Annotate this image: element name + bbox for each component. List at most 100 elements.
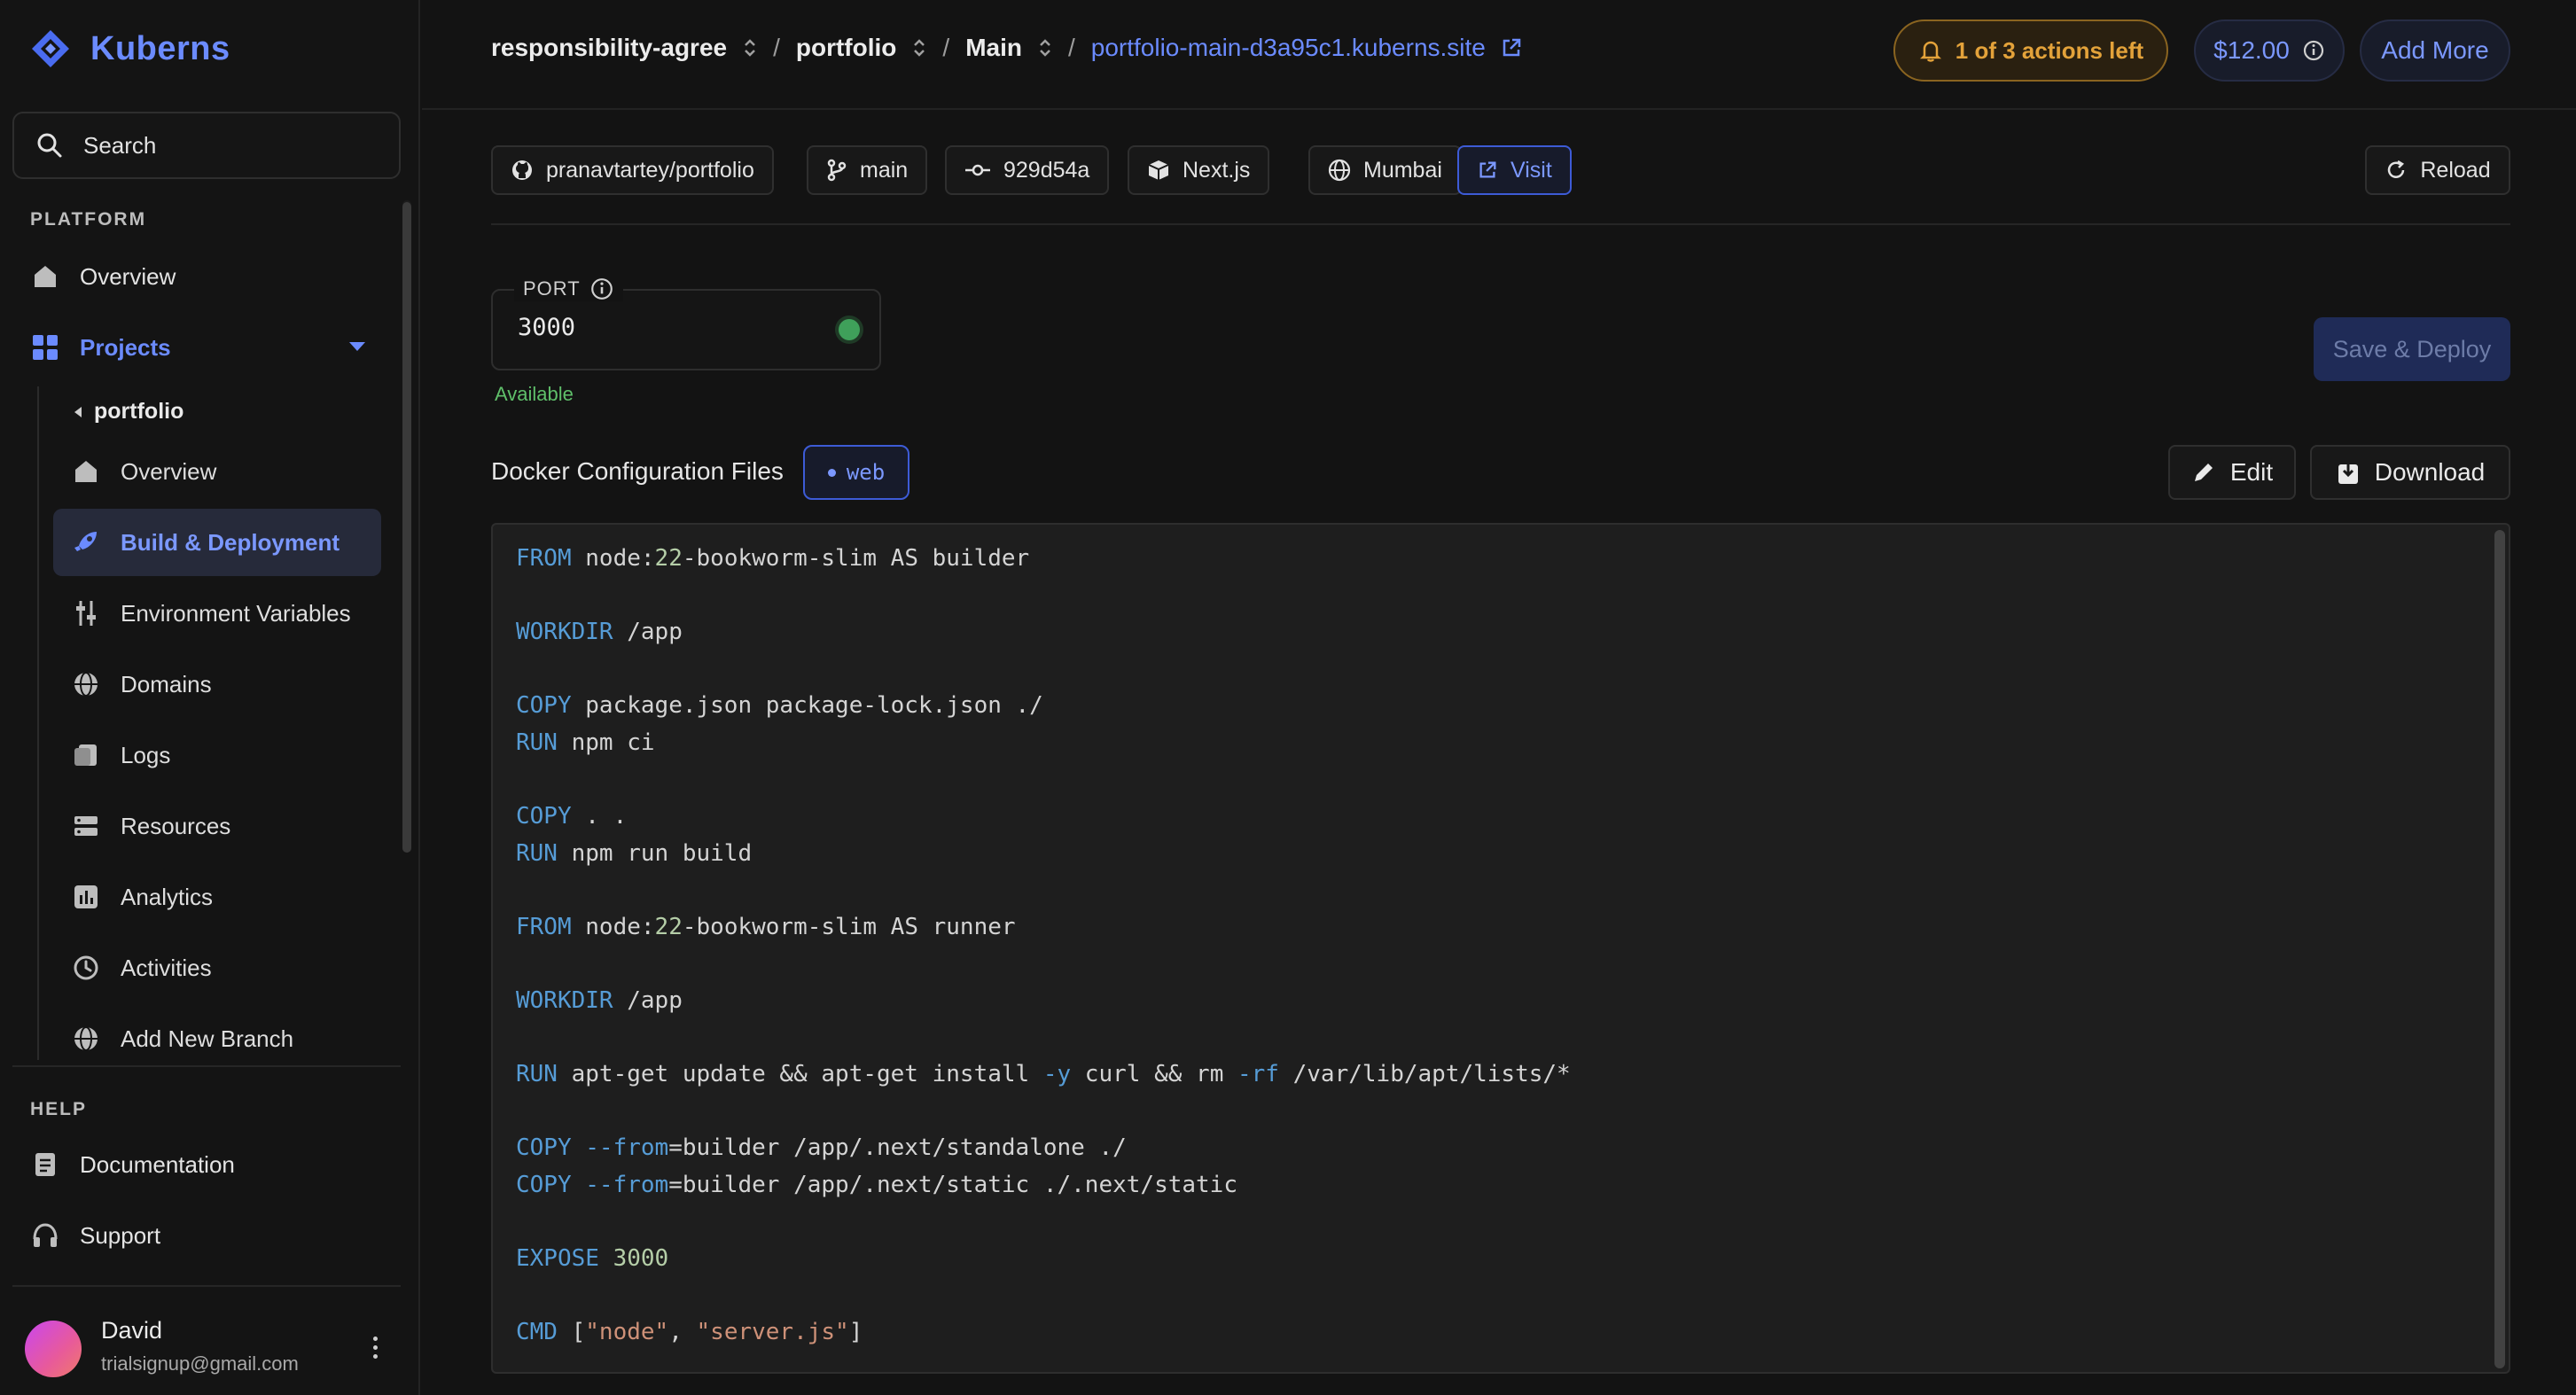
- project-name: portfolio: [94, 399, 184, 424]
- edit-button[interactable]: Edit: [2168, 445, 2296, 500]
- logo[interactable]: Kuberns: [30, 28, 230, 69]
- history-icon: [71, 953, 101, 983]
- refresh-icon: [2388, 160, 2405, 178]
- site-link[interactable]: portfolio-main-d3a95c1.kuberns.site: [1091, 34, 1523, 62]
- subnav-environment-variables-label: Environment Variables: [121, 599, 351, 627]
- search-label: Search: [83, 131, 157, 159]
- download-button[interactable]: Download: [2310, 445, 2510, 500]
- breadcrumb-project[interactable]: portfolio: [796, 34, 927, 62]
- subnav-activities[interactable]: Activities: [71, 941, 212, 994]
- subnav-domains[interactable]: Domains: [71, 658, 212, 711]
- subnav-logs-label: Logs: [121, 741, 171, 768]
- breadcrumb-org[interactable]: responsibility-agree: [491, 34, 757, 62]
- region-chip[interactable]: Mumbai: [1308, 145, 1462, 195]
- breadcrumb: responsibility-agree / portfolio / Main …: [491, 34, 1523, 62]
- section-divider: [491, 223, 2510, 225]
- editor-scrollbar[interactable]: [2494, 530, 2505, 1368]
- platform-section-label: PLATFORM: [30, 209, 147, 230]
- breadcrumb-branch[interactable]: Main: [965, 34, 1052, 62]
- breadcrumb-separator: /: [1067, 34, 1075, 61]
- code-line: RUN npm run build: [516, 840, 753, 867]
- home-icon: [30, 261, 60, 292]
- save-deploy-button[interactable]: Save & Deploy: [2314, 317, 2510, 381]
- repo-chip-label: pranavtartey/portfolio: [546, 157, 754, 183]
- code-line: CMD ["node", "server.js"]: [516, 1319, 863, 1345]
- grid-icon: [30, 332, 60, 362]
- chevrons-updown-icon: [914, 39, 925, 57]
- sidebar: Kuberns Search PLATFORM Overview Project…: [0, 0, 420, 1395]
- code-line: RUN apt-get update && apt-get install -y…: [516, 1061, 1571, 1087]
- visit-button-label: Visit: [1510, 157, 1552, 183]
- chevron-down-icon: [349, 342, 365, 351]
- subnav-analytics-label: Analytics: [121, 883, 214, 910]
- dockerfile-editor[interactable]: FROM node:22-bookworm-slim AS builder WO…: [491, 523, 2510, 1374]
- breadcrumb-separator: /: [942, 34, 950, 61]
- github-icon: [512, 160, 532, 180]
- globe-icon: [71, 1024, 101, 1054]
- chevrons-updown-icon: [1040, 39, 1050, 57]
- sidebar-divider: [12, 1065, 401, 1067]
- more-options-icon[interactable]: [362, 1329, 388, 1365]
- pencil-icon: [2194, 464, 2213, 481]
- globe-icon: [71, 669, 101, 699]
- subnav-overview-label: Overview: [121, 457, 217, 485]
- subnav-analytics[interactable]: Analytics: [71, 870, 213, 924]
- search-icon: [37, 133, 62, 158]
- framework-chip[interactable]: Next.js: [1128, 145, 1270, 195]
- commit-chip-label: 929d54a: [1003, 157, 1090, 183]
- code-line: EXPOSE 3000: [516, 1245, 669, 1272]
- git-branch-icon: [827, 159, 847, 182]
- site-link-label: portfolio-main-d3a95c1.kuberns.site: [1090, 34, 1486, 61]
- subnav-build-deployment[interactable]: Build & Deployment: [53, 509, 381, 576]
- port-label: PORT: [514, 277, 623, 301]
- reload-button[interactable]: Reload: [2365, 145, 2510, 195]
- project-back-link[interactable]: portfolio: [73, 399, 183, 425]
- nav-overview[interactable]: Overview: [30, 250, 176, 303]
- nav-projects[interactable]: Projects: [30, 321, 367, 374]
- service-tab-web[interactable]: web: [803, 445, 909, 500]
- nav-overview-label: Overview: [80, 262, 176, 290]
- edit-button-label: Edit: [2229, 458, 2274, 486]
- sidebar-scrollbar[interactable]: [402, 202, 411, 853]
- nav-support[interactable]: Support: [30, 1209, 160, 1262]
- port-label-text: PORT: [523, 277, 581, 300]
- add-more-button[interactable]: Add More: [2360, 19, 2510, 82]
- port-status-dot: [839, 319, 860, 340]
- subnav-resources[interactable]: Resources: [71, 799, 230, 853]
- subnav-guide-line: [37, 386, 39, 1060]
- code-line: FROM node:22-bookworm-slim AS builder: [516, 545, 1030, 572]
- subnav-environment-variables[interactable]: Environment Variables: [71, 587, 351, 640]
- bell-icon: [1919, 41, 1941, 62]
- user-email: trialsignup@gmail.com: [101, 1352, 299, 1375]
- code-line: WORKDIR /app: [516, 987, 683, 1014]
- actions-left-label: 1 of 3 actions left: [1955, 36, 2144, 64]
- sidebar-divider-bottom: [12, 1285, 401, 1287]
- port-value[interactable]: 3000: [518, 314, 575, 341]
- docker-config-title: Docker Configuration Files: [491, 457, 784, 485]
- info-icon[interactable]: [589, 277, 614, 301]
- nav-documentation[interactable]: Documentation: [30, 1138, 235, 1191]
- credits-badge[interactable]: $12.00: [2194, 19, 2345, 82]
- region-chip-label: Mumbai: [1363, 157, 1442, 183]
- external-link-icon: [1479, 161, 1496, 178]
- subnav-add-new-branch[interactable]: Add New Branch: [71, 1012, 293, 1065]
- visit-button[interactable]: Visit: [1457, 145, 1572, 195]
- commit-chip[interactable]: 929d54a: [945, 145, 1110, 195]
- subnav-overview[interactable]: Overview: [71, 445, 216, 498]
- subnav-add-new-branch-label: Add New Branch: [121, 1025, 294, 1052]
- user-profile[interactable]: David trialsignup@gmail.com: [25, 1317, 397, 1379]
- sliders-icon: [71, 598, 101, 628]
- search-input[interactable]: Search: [12, 112, 401, 179]
- user-name: David: [101, 1317, 163, 1344]
- branch-chip[interactable]: main: [807, 145, 928, 195]
- git-commit-icon: [965, 164, 990, 176]
- external-link-icon: [1503, 38, 1521, 57]
- code-line: FROM node:22-bookworm-slim AS runner: [516, 914, 1016, 940]
- repo-chip[interactable]: pranavtartey/portfolio: [491, 145, 774, 195]
- subnav-logs[interactable]: Logs: [71, 729, 170, 782]
- code-line: COPY --from=builder /app/.next/standalon…: [516, 1134, 1127, 1161]
- framework-chip-label: Next.js: [1183, 157, 1251, 183]
- document-icon: [30, 1150, 60, 1180]
- actions-left-badge[interactable]: 1 of 3 actions left: [1893, 19, 2168, 82]
- port-status: Available: [495, 383, 574, 405]
